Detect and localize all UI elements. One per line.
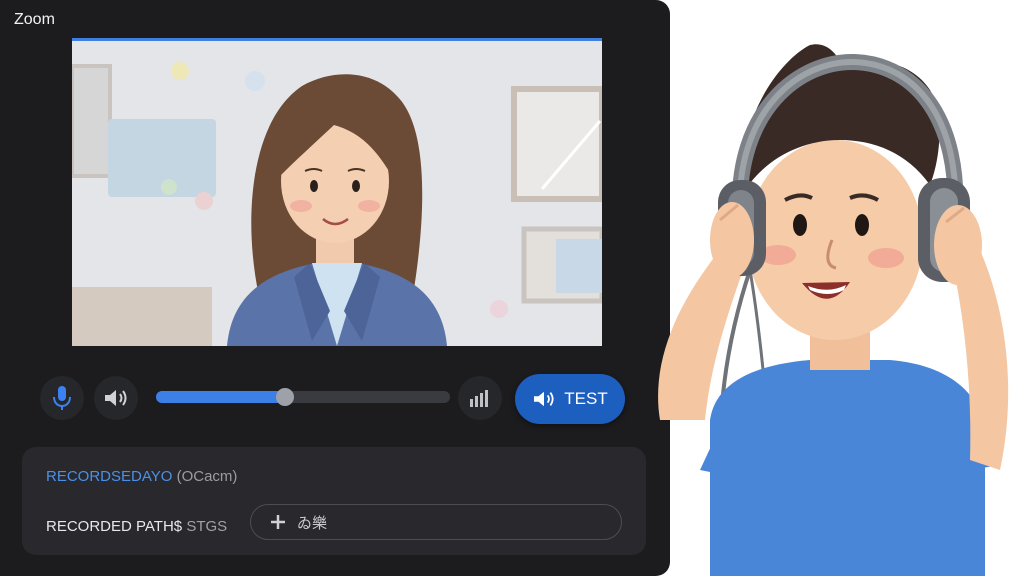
recorded-paths-text: RECORDED PATH$ bbox=[46, 518, 183, 535]
test-button-label: TEST bbox=[564, 389, 608, 408]
volume-slider[interactable] bbox=[156, 388, 450, 406]
microphone-button[interactable] bbox=[40, 376, 84, 420]
recording-title-text: RECORDSEDAYO bbox=[46, 468, 173, 485]
video-preview bbox=[72, 38, 602, 346]
plus-icon bbox=[271, 515, 285, 529]
test-button[interactable]: TEST bbox=[515, 374, 625, 424]
zoom-window: Zoom TEST RECORDSEDAYO (OCacm) RECORDED … bbox=[0, 0, 670, 576]
recorded-paths-suffix: STGS bbox=[186, 518, 228, 535]
add-path-field[interactable]: ゐ樂 bbox=[250, 504, 622, 540]
screen: Zoom TEST RECORDSEDAYO (OCacm) RECORDED … bbox=[0, 0, 1024, 576]
man-with-headphones-image bbox=[658, 44, 1009, 576]
volume-thumb[interactable] bbox=[276, 388, 295, 406]
recording-title-suffix: (OCacm) bbox=[176, 468, 238, 485]
volume-fill bbox=[156, 391, 286, 403]
recording-panel: RECORDSEDAYO (OCacm) RECORDED PATH$ STGS… bbox=[22, 447, 646, 555]
signal-button[interactable] bbox=[458, 376, 502, 420]
microphone-icon bbox=[53, 386, 71, 410]
signal-bars-icon bbox=[470, 390, 488, 407]
headphones-illustration bbox=[640, 0, 1024, 576]
speaker-icon bbox=[105, 390, 127, 406]
speaker-button[interactable] bbox=[94, 376, 138, 420]
participant-video bbox=[72, 41, 602, 346]
window-title: Zoom bbox=[14, 11, 55, 28]
add-path-text: ゐ樂 bbox=[297, 514, 328, 532]
recording-title: RECORDSEDAYO (OCacm) bbox=[46, 468, 237, 485]
recorded-paths-label: RECORDED PATH$ STGS bbox=[46, 518, 227, 535]
speaker-icon bbox=[534, 391, 554, 407]
